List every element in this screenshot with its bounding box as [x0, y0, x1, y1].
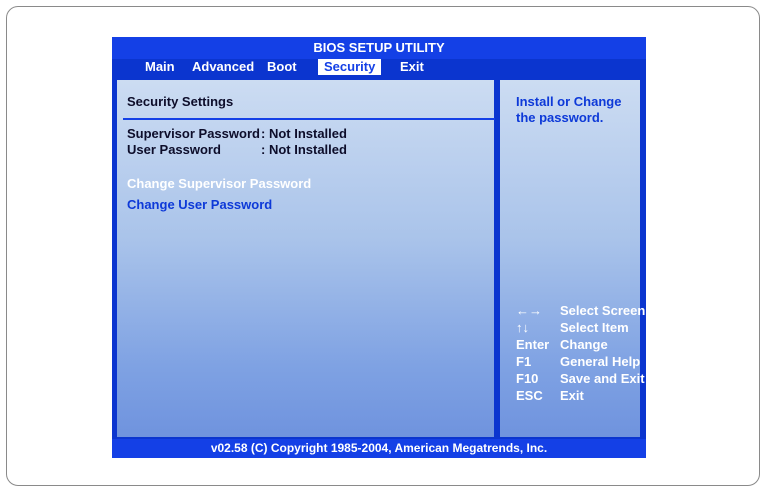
key-name: F10: [516, 371, 539, 386]
tab-exit[interactable]: Exit: [400, 59, 424, 75]
settings-panel: Security Settings Supervisor Password: N…: [115, 78, 497, 439]
help-panel: Install or Change the password. ←→ Selec…: [498, 78, 646, 439]
key-action: Exit: [560, 388, 584, 403]
key-name: F1: [516, 354, 532, 369]
arrows-lr-icon: ←→: [516, 303, 542, 318]
arrows-ud-icon: ↑↓: [516, 320, 529, 335]
key-name: ESC: [516, 388, 543, 403]
status-label: User Password: [127, 142, 221, 157]
key-action: Save and Exit: [560, 371, 645, 386]
key-action: Change: [560, 337, 608, 352]
change-user-password-option[interactable]: Change User Password: [127, 197, 272, 212]
status-label: Supervisor Password: [127, 126, 260, 141]
section-title: Security Settings: [127, 94, 234, 109]
tab-boot[interactable]: Boot: [267, 59, 297, 75]
tab-security[interactable]: Security: [318, 59, 382, 75]
bios-title: BIOS SETUP UTILITY: [112, 37, 646, 59]
change-supervisor-password-option[interactable]: Change Supervisor Password: [127, 176, 311, 191]
help-text: Install or Change the password.: [516, 94, 622, 125]
key-action: Select Item: [560, 320, 629, 335]
copyright-footer: v02.58 (C) Copyright 1985-2004, American…: [112, 439, 646, 458]
tab-advanced[interactable]: Advanced: [192, 59, 254, 75]
key-action: General Help: [560, 354, 641, 369]
tab-main[interactable]: Main: [145, 59, 175, 75]
user-password-status: User Password : Not Installed: [127, 142, 347, 157]
bios-window: BIOS SETUP UTILITY Main Advanced Boot Se…: [112, 37, 646, 458]
key-name: Enter: [516, 337, 550, 352]
menu-bar: Main Advanced Boot Security Exit: [112, 59, 646, 75]
status-value: : Not Installed: [261, 126, 347, 141]
key-action: Select Screen: [560, 303, 646, 318]
section-divider: [123, 118, 497, 120]
status-value: : Not Installed: [261, 142, 347, 157]
supervisor-password-status: Supervisor Password: Not Installed: [127, 126, 347, 141]
